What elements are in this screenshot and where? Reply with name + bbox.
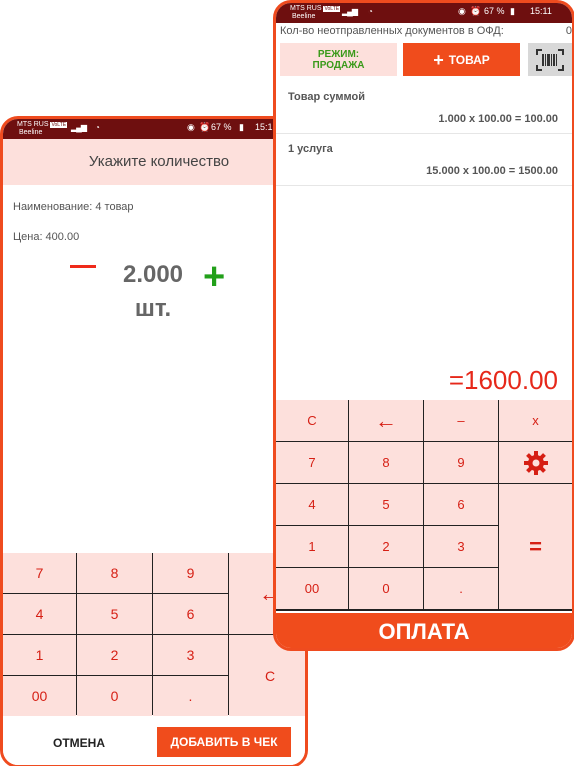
key-2[interactable]: 2: [77, 635, 152, 675]
carrier-name: MTS RUS VoLTE: [17, 121, 68, 128]
key-0[interactable]: 0: [77, 676, 152, 716]
add-item-label: ТОВАР: [448, 52, 490, 67]
key-dot[interactable]: .: [153, 676, 228, 716]
ofd-pending-row: Кол-во неотправленных документов в ОФД: …: [280, 25, 572, 37]
status-bar: MTS RUS VoLTE Beeline ▂▄▆ ◔ ◉ ⏰ 67 % ▮ 1…: [3, 119, 305, 139]
signal-icon: ▂▄▆: [71, 123, 87, 132]
eye-icon: ◉: [187, 122, 195, 132]
receipt-item-name[interactable]: 1 услуга: [288, 143, 333, 155]
wifi-icon: ◔: [95, 123, 100, 132]
key-4[interactable]: 4: [3, 594, 76, 634]
volte-badge: VoLTE: [50, 122, 68, 128]
key-8[interactable]: 8: [349, 442, 423, 483]
battery-percent: 67 %: [484, 6, 505, 16]
clear-button[interactable]: С: [276, 400, 348, 441]
volte-badge: VoLTE: [323, 6, 341, 12]
numeric-keypad: 7 8 9 ← 4 5 6 1 2 3 С 00 0 .: [3, 553, 305, 716]
settings-button[interactable]: [499, 442, 572, 483]
receipt-item-name[interactable]: Товар суммой: [288, 91, 365, 103]
ofd-pending-label: Кол-во неотправленных документов в ОФД:: [280, 25, 504, 37]
key-3[interactable]: 3: [153, 635, 228, 675]
key-7[interactable]: 7: [276, 442, 348, 483]
calculator-keypad: С ← – x 7 8 9 4 5 6 = 1 2 3 00 0 .: [276, 400, 572, 611]
item-divider: [276, 133, 572, 134]
status-bar: MTS RUS VoLTE Beeline ▂▄▆ ◔ ◉ ⏰ 67 % ▮ 1…: [276, 3, 572, 23]
key-3[interactable]: 3: [424, 526, 498, 567]
key-0[interactable]: 0: [349, 568, 423, 609]
key-9[interactable]: 9: [424, 442, 498, 483]
key-7[interactable]: 7: [3, 553, 76, 593]
pay-button[interactable]: ОПЛАТА: [276, 613, 572, 648]
add-to-receipt-button[interactable]: ДОБАВИТЬ В ЧЕК: [157, 727, 291, 757]
clock-time: 15:1: [255, 122, 273, 132]
barcode-scan-button[interactable]: [528, 43, 572, 76]
backspace-button[interactable]: ←: [349, 400, 423, 441]
battery-percent: 67 %: [211, 122, 232, 132]
plus-icon[interactable]: +: [203, 258, 225, 296]
key-1[interactable]: 1: [3, 635, 76, 675]
mode-label: РЕЖИМ:: [317, 49, 360, 60]
plus-icon: +: [433, 49, 444, 70]
key-5[interactable]: 5: [349, 484, 423, 525]
equals-button[interactable]: =: [499, 484, 572, 609]
key-2[interactable]: 2: [349, 526, 423, 567]
multiply-button[interactable]: x: [499, 400, 572, 441]
product-price: Цена: 400.00: [13, 231, 80, 243]
key-00[interactable]: 00: [3, 676, 76, 716]
key-00[interactable]: 00: [276, 568, 348, 609]
ofd-pending-count: 0: [565, 25, 572, 37]
key-1[interactable]: 1: [276, 526, 348, 567]
receipt-item-calc: 1.000 x 100.00 = 100.00: [438, 113, 558, 125]
key-9[interactable]: 9: [153, 553, 228, 593]
minus-button[interactable]: –: [424, 400, 498, 441]
minus-icon[interactable]: [70, 265, 96, 268]
wifi-icon: ◔: [368, 7, 373, 16]
alarm-icon: ⏰: [199, 122, 211, 132]
dialog-title: Укажите количество: [3, 139, 305, 185]
cancel-button[interactable]: ОТМЕНА: [53, 736, 105, 750]
battery-icon: ▮: [510, 6, 515, 16]
key-dot[interactable]: .: [424, 568, 498, 609]
barcode-scan-icon: [536, 48, 564, 71]
product-name: Наименование: 4 товар: [13, 201, 134, 213]
signal-icon: ▂▄▆: [342, 7, 358, 16]
key-6[interactable]: 6: [424, 484, 498, 525]
carrier-name-2: Beeline: [19, 129, 43, 136]
eye-icon: ◉: [458, 6, 466, 16]
key-5[interactable]: 5: [77, 594, 152, 634]
mode-value: ПРОДАЖА: [312, 60, 365, 71]
gear-icon: [523, 450, 548, 475]
key-6[interactable]: 6: [153, 594, 228, 634]
carrier-name: MTS RUS VoLTE: [290, 5, 341, 12]
receipt-total: =1600.00: [448, 365, 558, 395]
cashier-screen: MTS RUS VoLTE Beeline ▂▄▆ ◔ ◉ ⏰ 67 % ▮ 1…: [273, 0, 574, 651]
quantity-dialog-screen: MTS RUS VoLTE Beeline ▂▄▆ ◔ ◉ ⏰ 67 % ▮ 1…: [0, 116, 308, 766]
battery-icon: ▮: [239, 122, 244, 132]
alarm-icon: ⏰: [470, 6, 482, 16]
add-item-button[interactable]: + ТОВАР: [403, 43, 520, 76]
carrier-name-2: Beeline: [292, 13, 316, 20]
key-8[interactable]: 8: [77, 553, 152, 593]
mode-button[interactable]: РЕЖИМ: ПРОДАЖА: [280, 43, 397, 76]
receipt-item-calc: 15.000 x 100.00 = 1500.00: [426, 165, 558, 177]
quantity-value: 2.000: [122, 261, 184, 288]
quantity-unit: шт.: [134, 295, 172, 322]
clock-time: 15:11: [530, 6, 552, 16]
key-4[interactable]: 4: [276, 484, 348, 525]
item-divider: [276, 185, 572, 186]
